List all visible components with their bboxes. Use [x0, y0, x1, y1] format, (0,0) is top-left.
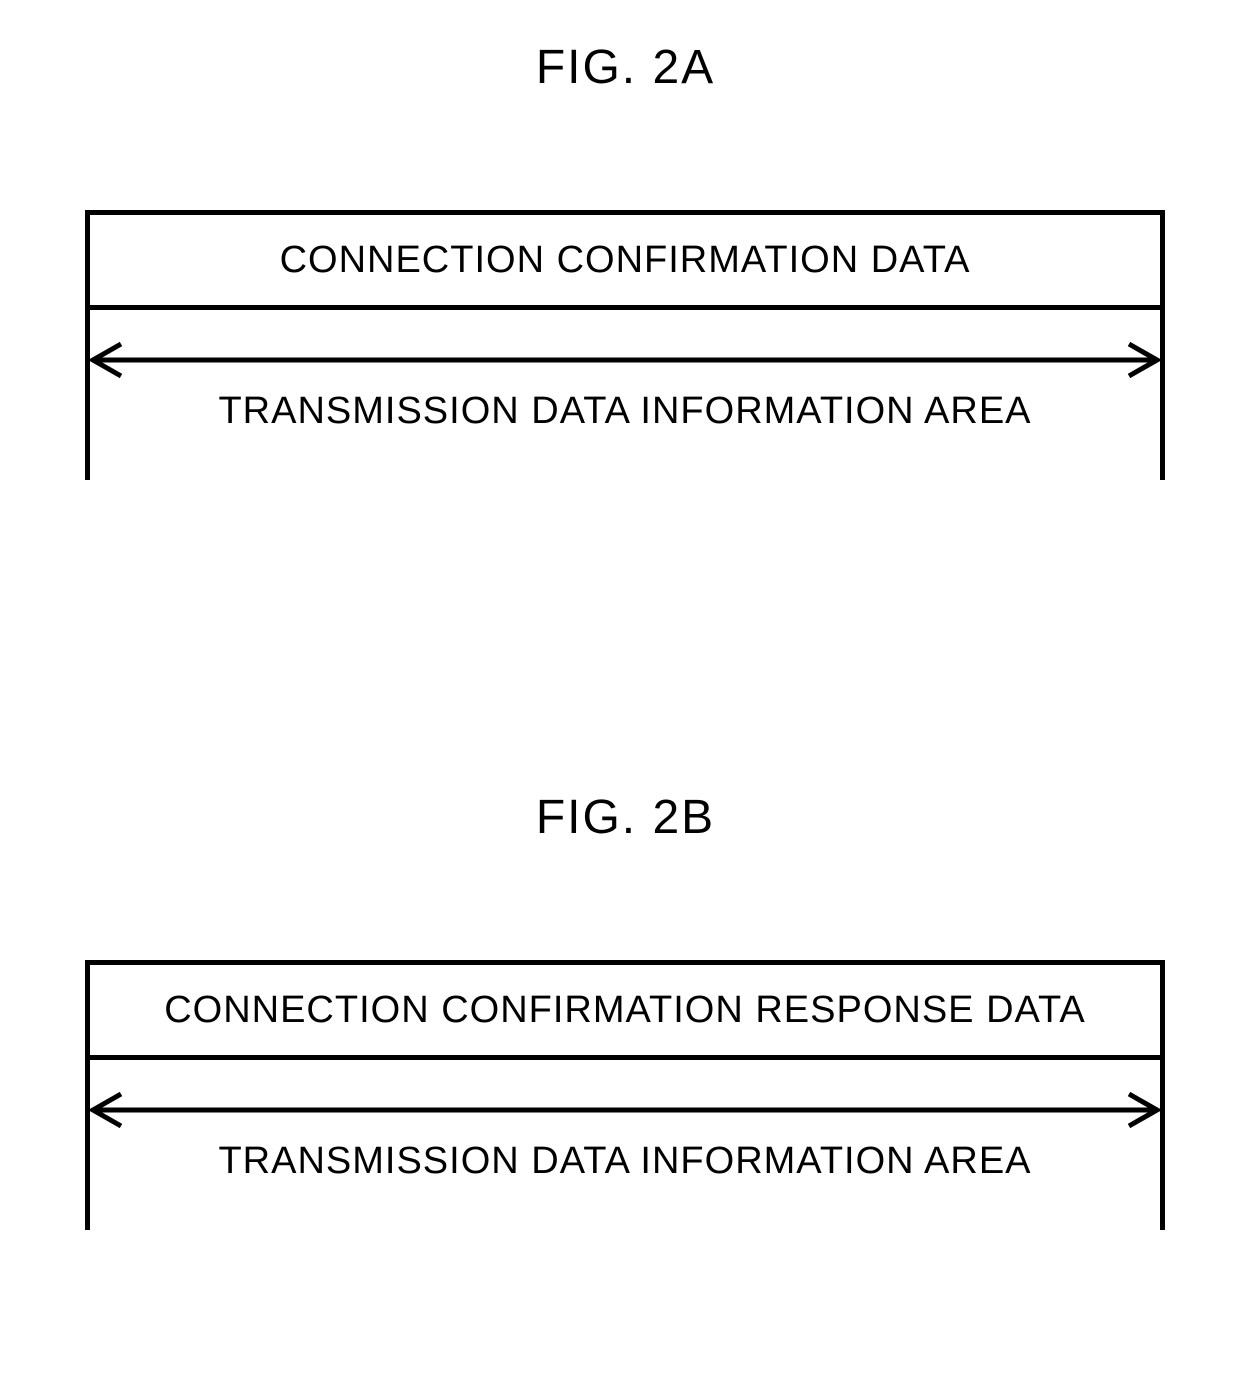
figure-b-extent-label: TRANSMISSION DATA INFORMATION AREA: [85, 1140, 1165, 1183]
figure-a-title: FIG. 2A: [0, 40, 1251, 95]
figure-a-extent-label: TRANSMISSION DATA INFORMATION AREA: [85, 390, 1165, 433]
figure-b-title: FIG. 2B: [0, 790, 1251, 845]
figure-a-extent: TRANSMISSION DATA INFORMATION AREA: [85, 310, 1165, 480]
double-arrow-icon: [85, 340, 1165, 380]
figure-b-block: CONNECTION CONFIRMATION RESPONSE DATA TR…: [85, 960, 1165, 1230]
figure-b-extent: TRANSMISSION DATA INFORMATION AREA: [85, 1060, 1165, 1230]
figure-b-data-box: CONNECTION CONFIRMATION RESPONSE DATA: [85, 960, 1165, 1060]
figure-a-block: CONNECTION CONFIRMATION DATA TRANSMISSIO…: [85, 210, 1165, 480]
double-arrow-icon: [85, 1090, 1165, 1130]
figure-a-data-box: CONNECTION CONFIRMATION DATA: [85, 210, 1165, 310]
diagram-page: FIG. 2A CONNECTION CONFIRMATION DATA TRA…: [0, 0, 1251, 1395]
